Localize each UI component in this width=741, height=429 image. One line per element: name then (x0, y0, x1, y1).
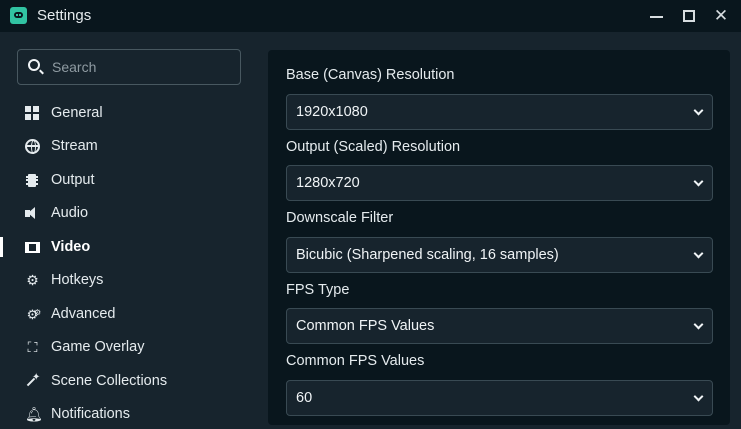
grid-icon (25, 106, 40, 121)
search-box[interactable] (17, 49, 241, 85)
output-resolution-label: Output (Scaled) Resolution (286, 139, 461, 155)
sidebar-item-label: Notifications (51, 406, 130, 422)
speaker-icon (25, 206, 40, 221)
search-input[interactable] (52, 56, 232, 78)
gears-icon: ⚙ ⚙ (26, 307, 42, 322)
video-settings-panel: Base (Canvas) Resolution 1920x1080 Outpu… (268, 50, 730, 425)
chevron-down-icon (693, 176, 704, 187)
sidebar-item-label: Scene Collections (51, 373, 168, 389)
close-icon[interactable]: ✕ (708, 0, 734, 32)
sidebar-item-label: Video (51, 239, 91, 255)
downscale-filter-select[interactable]: Bicubic (Sharpened scaling, 16 samples) (286, 237, 713, 273)
sidebar-item-label: Game Overlay (51, 339, 145, 355)
sidebar-item-output[interactable]: Output (0, 165, 256, 195)
sidebar-item-notifications[interactable]: 🔔︎ Notifications (0, 399, 256, 429)
sidebar-item-general[interactable]: General (0, 98, 256, 128)
window-title: Settings (37, 7, 92, 24)
chevron-down-icon (693, 319, 704, 330)
maximize-icon[interactable] (676, 0, 702, 32)
fps-type-label: FPS Type (286, 282, 350, 298)
minimize-icon[interactable] (643, 0, 669, 32)
fps-type-select[interactable]: Common FPS Values (286, 308, 713, 344)
active-indicator (0, 237, 3, 257)
app-icon (10, 7, 27, 24)
output-resolution-value: 1280x720 (296, 175, 360, 191)
chevron-down-icon (693, 391, 704, 402)
output-resolution-select[interactable]: 1280x720 (286, 165, 713, 201)
sidebar-item-label: Advanced (51, 306, 116, 322)
downscale-filter-label: Downscale Filter (286, 210, 394, 226)
sidebar-item-game-overlay[interactable]: ⛶ Game Overlay (0, 332, 256, 362)
base-resolution-label: Base (Canvas) Resolution (286, 67, 455, 83)
sidebar-item-label: Hotkeys (51, 272, 104, 288)
sidebar-item-label: Audio (51, 205, 89, 221)
common-fps-value: 60 (296, 390, 313, 406)
wand-icon (25, 370, 40, 389)
sidebar-item-video[interactable]: Video (0, 232, 256, 262)
bell-icon: 🔔︎ (25, 406, 43, 422)
chevron-down-icon (693, 248, 704, 259)
settings-sidebar: General Stream Output Audio Video ⚙ Hotk… (0, 32, 256, 429)
sidebar-item-audio[interactable]: Audio (0, 198, 256, 228)
common-fps-select[interactable]: 60 (286, 380, 713, 416)
base-resolution-value: 1920x1080 (296, 104, 368, 120)
title-bar: Settings ✕ (0, 0, 741, 32)
sidebar-item-advanced[interactable]: ⚙ ⚙ Advanced (0, 299, 256, 329)
sidebar-item-label: General (51, 105, 103, 121)
globe-icon (25, 139, 40, 154)
base-resolution-select[interactable]: 1920x1080 (286, 94, 713, 130)
overlay-icon: ⛶ (27, 339, 38, 355)
search-icon (28, 59, 40, 71)
film-icon (25, 240, 40, 255)
sidebar-item-label: Output (51, 172, 95, 188)
fps-type-value: Common FPS Values (296, 318, 435, 334)
gear-icon: ⚙ (26, 272, 39, 288)
sidebar-item-stream[interactable]: Stream (0, 131, 256, 161)
sidebar-item-scene-collections[interactable]: Scene Collections (0, 366, 256, 396)
sidebar-item-label: Stream (51, 138, 98, 154)
chip-icon (25, 173, 40, 188)
chevron-down-icon (693, 105, 704, 116)
common-fps-label: Common FPS Values (286, 353, 425, 369)
sidebar-item-hotkeys[interactable]: ⚙ Hotkeys (0, 265, 256, 295)
downscale-filter-value: Bicubic (Sharpened scaling, 16 samples) (296, 247, 559, 263)
